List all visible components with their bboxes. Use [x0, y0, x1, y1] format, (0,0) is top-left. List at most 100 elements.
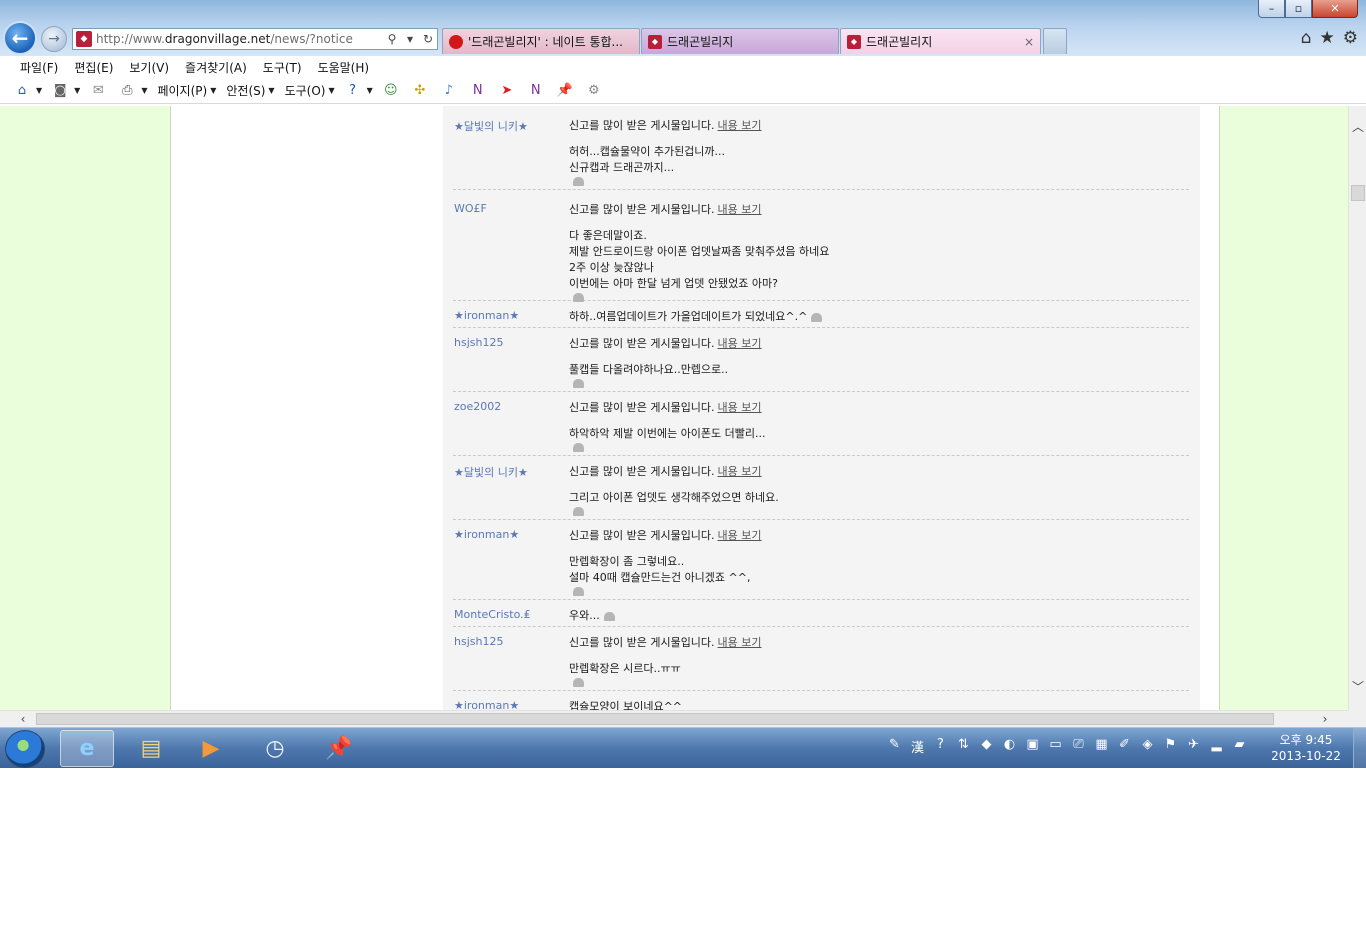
favorites-star-icon[interactable]: ★	[1320, 28, 1335, 48]
feeds-command[interactable]: ◙ ▼	[52, 83, 80, 99]
comment-author[interactable]: ★ironman★	[454, 699, 519, 710]
scroll-left-arrow-icon[interactable]: ‹	[14, 711, 32, 728]
comment-author[interactable]: ★달빛의 니키★	[454, 118, 528, 134]
menu-view[interactable]: 보기(V)	[129, 59, 169, 76]
comment-author[interactable]: WO£F	[454, 202, 487, 215]
tray-clipboard-icon[interactable]: ▦	[1093, 737, 1110, 756]
report-bell-icon[interactable]	[573, 379, 584, 388]
dropdown-arrow-icon[interactable]: ▾	[401, 32, 419, 46]
report-bell-icon[interactable]	[811, 312, 823, 322]
addon-red[interactable]: ➤	[499, 83, 518, 99]
tray-satellite-icon[interactable]: ✈	[1185, 737, 1202, 756]
tray-ime-mode-icon[interactable]: ⇅	[955, 737, 972, 756]
comment-author[interactable]: ★ironman★	[454, 309, 519, 322]
tab-dragonvillage-1[interactable]: ◆ 드래곤빌리지	[641, 28, 839, 54]
messenger-addon[interactable]: ☺	[383, 83, 402, 99]
home-command[interactable]: ⌂ ▼	[14, 83, 42, 99]
tray-security-icon[interactable]: ◈	[1139, 737, 1156, 756]
scroll-right-arrow-icon[interactable]: ›	[1316, 711, 1334, 728]
taskbar-clock-app[interactable]: ◷	[248, 730, 302, 767]
tray-help-icon[interactable]: ?	[932, 737, 949, 756]
view-content-link[interactable]: 내용 보기	[718, 529, 762, 542]
comment-author[interactable]: zoe2002	[454, 400, 501, 413]
menu-bar: 파일(F) 편집(E) 보기(V) 즐겨찾기(A) 도구(T) 도움말(H)	[0, 56, 1366, 78]
addon-onenote-2[interactable]: N	[528, 83, 547, 99]
vertical-scroll-thumb[interactable]	[1351, 185, 1365, 201]
comment-author[interactable]: MonteCristo.₤	[454, 608, 531, 621]
refresh-icon[interactable]: ↻	[419, 32, 437, 46]
tray-pdf-icon[interactable]: ▰	[1231, 737, 1248, 756]
tray-ime-icon[interactable]: 漢	[909, 737, 926, 756]
menu-help[interactable]: 도움말(H)	[318, 59, 370, 76]
addon-onenote-1[interactable]: N	[470, 83, 489, 99]
tray-display-icon[interactable]: ▭	[1047, 737, 1064, 756]
addon-pin[interactable]: 📌	[557, 83, 576, 99]
menu-favorites[interactable]: 즐겨찾기(A)	[185, 59, 247, 76]
forward-button[interactable]: →	[41, 26, 67, 52]
taskbar-internet-explorer[interactable]: e	[60, 730, 114, 767]
tab-close-button[interactable]: ×	[1024, 35, 1034, 49]
address-bar[interactable]: ◆ http://www.dragonvillage.net/news/?not…	[72, 28, 438, 50]
taskbar-explorer[interactable]: ▤	[124, 730, 178, 767]
comment-author[interactable]: hsjsh125	[454, 635, 503, 648]
close-window-button[interactable]: ✕	[1312, 0, 1358, 18]
horizontal-scrollbar[interactable]: ‹ ›	[0, 710, 1348, 727]
addon-puzzle[interactable]: ✣	[412, 83, 431, 99]
report-bell-icon[interactable]	[573, 177, 584, 186]
scroll-up-arrow-icon[interactable]: ︿	[1349, 118, 1366, 136]
start-button[interactable]	[5, 730, 45, 768]
addon-music[interactable]: ♪	[441, 83, 460, 99]
taskbar-clock[interactable]: 오후 9:45 2013-10-22	[1262, 732, 1350, 764]
tab-dragonvillage-active[interactable]: ◆ 드래곤빌리지 ×	[840, 28, 1041, 54]
menu-tools[interactable]: 도구(T)	[263, 59, 302, 76]
tray-network-icon[interactable]: ⎚	[1070, 737, 1087, 756]
taskbar-pin-app[interactable]: 📌	[312, 730, 366, 767]
page-menu[interactable]: 페이지(P) ▼	[157, 82, 216, 99]
safety-menu[interactable]: 안전(S) ▼	[226, 82, 274, 99]
tray-signal-icon[interactable]: ▂	[1208, 737, 1225, 756]
tray-app-icon[interactable]: ◆	[978, 737, 995, 756]
tab-nate-search[interactable]: '드래곤빌리지' : 네이트 통합...	[442, 28, 640, 54]
menu-edit[interactable]: 편집(E)	[74, 59, 113, 76]
view-content-link[interactable]: 내용 보기	[718, 465, 762, 478]
scroll-down-arrow-icon[interactable]: ﹀	[1349, 678, 1366, 696]
report-bell-icon[interactable]	[573, 678, 584, 687]
menu-file[interactable]: 파일(F)	[20, 59, 58, 76]
tray-sound-muted-icon[interactable]: ◐	[1001, 737, 1018, 756]
tools-menu[interactable]: 도구(O) ▼	[285, 82, 335, 99]
back-button[interactable]: ←	[3, 21, 37, 55]
taskbar-media-player[interactable]: ▶	[184, 730, 238, 767]
settings-gear-icon[interactable]: ⚙	[1343, 28, 1358, 48]
view-content-link[interactable]: 내용 보기	[718, 203, 762, 216]
search-icon[interactable]: ⚲	[383, 32, 401, 46]
view-content-link[interactable]: 내용 보기	[718, 337, 762, 350]
vertical-scrollbar[interactable]: ︿ ﹀	[1348, 106, 1366, 710]
maximize-button[interactable]: ▫	[1285, 0, 1312, 18]
horizontal-scroll-thumb[interactable]	[36, 713, 1274, 725]
addon-settings[interactable]: ⚙	[586, 83, 605, 99]
comment-author[interactable]: ★달빛의 니키★	[454, 464, 528, 480]
print-command[interactable]: ⎙ ▼	[119, 83, 147, 99]
new-tab-button[interactable]	[1043, 28, 1067, 54]
mail-command[interactable]: ✉	[90, 83, 109, 99]
report-bell-icon[interactable]	[573, 587, 584, 596]
report-bell-icon[interactable]	[573, 443, 584, 452]
report-bell-icon[interactable]	[573, 507, 584, 516]
comment-author[interactable]: hsjsh125	[454, 336, 503, 349]
comment-row: ★ironman★ 신고를 많이 받은 게시물입니다. 내용 보기 만렙확장이 좀…	[453, 520, 1189, 600]
address-url[interactable]: http://www.dragonvillage.net/news/?notic…	[96, 32, 383, 46]
tray-monitor-icon[interactable]: ▣	[1024, 737, 1041, 756]
view-content-link[interactable]: 내용 보기	[718, 119, 762, 132]
tray-flag-icon[interactable]: ⚑	[1162, 737, 1179, 756]
tray-network-tools-icon[interactable]: ✎	[886, 737, 903, 756]
view-content-link[interactable]: 내용 보기	[718, 401, 762, 414]
comment-author[interactable]: ★ironman★	[454, 528, 519, 541]
desktop-screen: – ▫ ✕ ← → ◆ http://www.dragonvillage.net…	[0, 0, 1366, 768]
report-bell-icon[interactable]	[603, 611, 615, 621]
view-content-link[interactable]: 내용 보기	[718, 636, 762, 649]
tray-usb-icon[interactable]: ✐	[1116, 737, 1133, 756]
minimize-button[interactable]: –	[1258, 0, 1285, 18]
show-desktop-button[interactable]	[1353, 728, 1366, 768]
home-icon[interactable]: ⌂	[1301, 28, 1312, 48]
help-command[interactable]: ? ▼	[345, 83, 373, 99]
